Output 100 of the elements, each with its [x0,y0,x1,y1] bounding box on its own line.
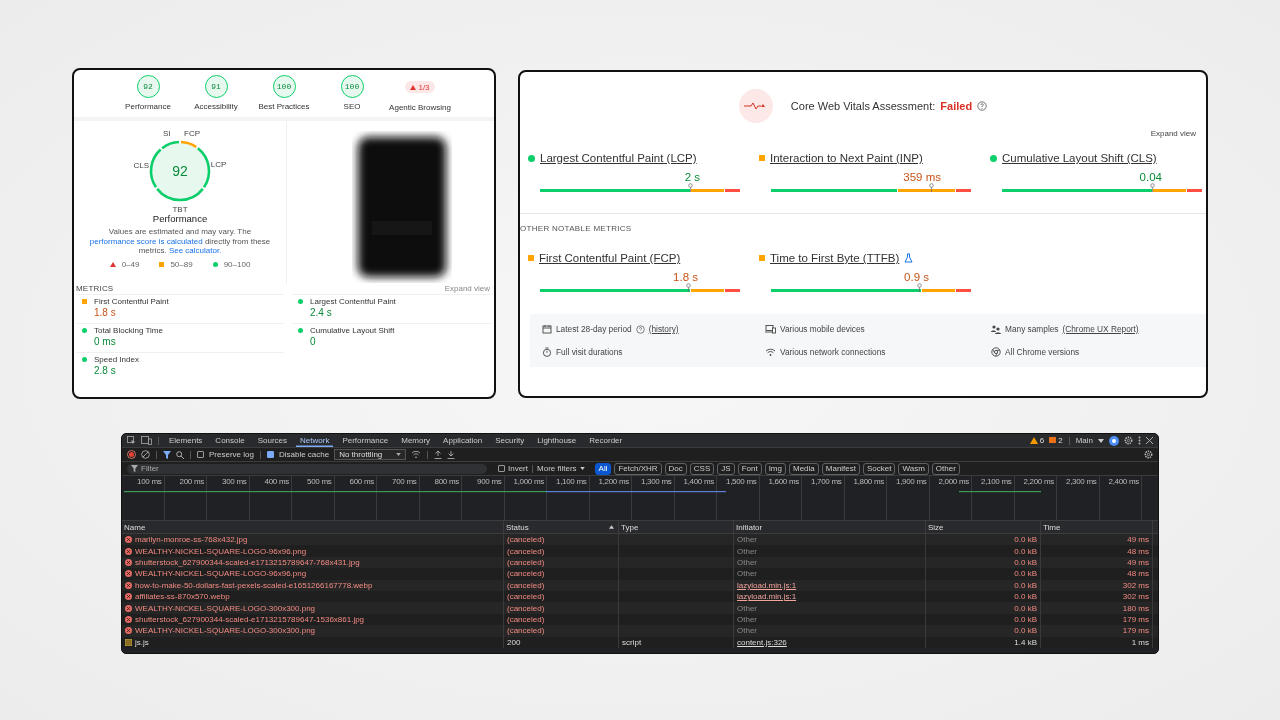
panel-tab[interactable]: Recorder [585,434,627,447]
initiator-link[interactable]: lazyload.min.js:1 [737,592,797,602]
request-name[interactable]: shutterstock_627900344-scaled-e1713215789647-1536x861.jpg [135,614,365,624]
metric-label[interactable]: First Contentful Paint (FCP) [539,252,681,264]
target-selector[interactable]: Main [1075,436,1093,445]
type-filter-chip[interactable]: Manifest [821,462,860,475]
caret-icon[interactable] [1098,438,1104,443]
request-name[interactable]: WEALTHY-NICKEL-SQUARE-LOGO-300x300.png [135,626,316,636]
checkbox-label[interactable]: Preserve log [209,450,254,459]
caret-icon[interactable] [396,453,402,456]
warning-count[interactable]: 6 [1039,436,1045,445]
download-icon[interactable] [447,450,456,459]
request-name[interactable]: js.js [135,637,149,647]
timeline-tick-label: 1,600 ms [768,477,799,486]
metric-abbreviation: TBT [171,205,189,215]
metric-label[interactable]: Interaction to Next Paint (INP) [770,152,923,164]
filter-field[interactable]: Filter [127,463,487,474]
warning-icon[interactable] [1029,437,1038,444]
expand-view-link[interactable]: Expand view [444,284,490,293]
assistant-icon[interactable] [1109,435,1119,446]
request-name[interactable]: WEALTHY-NICKEL-SQUARE-LOGO-96x96.png [135,546,307,556]
type-filter-chip[interactable]: Fetch/XHR [614,462,662,475]
inspect-icon[interactable] [127,436,136,445]
initiator-link[interactable]: lazyload.min.js:1 [737,580,797,590]
table-cell: (canceled) [507,592,545,602]
table-cell: 1.4 kB [1014,637,1037,647]
help-icon[interactable] [977,101,988,111]
column-header[interactable]: Status [506,522,529,532]
type-filter-chip[interactable]: JS [717,462,735,475]
checkbox-label[interactable]: Invert [508,464,528,473]
checkbox[interactable] [498,465,505,472]
panel-tab[interactable]: Console [211,434,249,447]
request-name[interactable]: shutterstock_627900344-scaled-e1713215789647-768x431.jpg [135,557,360,567]
checkbox[interactable] [197,451,204,458]
checkbox-label[interactable]: Disable cache [278,450,330,459]
panel-tab[interactable]: Elements [165,434,207,447]
panel-tab[interactable]: Security [491,434,529,447]
search-icon[interactable] [176,450,184,459]
column-header[interactable]: Time [1043,522,1061,532]
request-name[interactable]: WEALTHY-NICKEL-SQUARE-LOGO-300x300.png [135,603,316,613]
metric-label[interactable]: Time to First Byte (TTFB) [770,252,900,264]
type-filter-chip[interactable]: Doc [664,462,687,475]
panel-tab[interactable]: Network [296,434,334,447]
column-header[interactable]: Initiator [736,522,763,532]
metric-label[interactable]: Largest Contentful Paint (LCP) [540,152,697,164]
column-header[interactable]: Type [621,522,639,532]
message-icon[interactable] [1049,437,1057,444]
category-label[interactable]: Performance [125,102,171,111]
network-conditions-icon[interactable] [411,450,422,459]
panel-tab[interactable]: Application [439,434,487,447]
link[interactable]: See calculator. [168,246,222,255]
link[interactable]: (history) [648,324,679,334]
request-name[interactable]: how-to-make-50-dollars-fast-pexels-scaled-e1651266167778.webp [135,580,373,590]
request-name[interactable]: WEALTHY-NICKEL-SQUARE-LOGO-96x96.png [135,569,307,579]
panel-tab[interactable]: Performance [338,434,393,447]
column-header[interactable]: Size [928,522,944,532]
more-filters-dropdown[interactable]: More filters [537,464,577,473]
category-label[interactable]: Best Practices [258,102,310,111]
category-label[interactable]: Accessibility [194,102,238,111]
help-icon[interactable] [635,324,645,334]
more-options-icon[interactable] [1138,436,1141,445]
settings-icon[interactable] [1144,450,1153,459]
calendar-icon [542,324,552,334]
close-icon[interactable] [1146,437,1153,444]
initiator-link[interactable]: content.js:326 [737,637,787,647]
request-name[interactable]: marilyn-monroe-ss-768x432.jpg [135,535,248,545]
type-filter-chip[interactable]: Img [764,462,786,475]
type-filter-chip[interactable]: All [594,462,612,475]
warning-icon [410,84,417,90]
record-icon[interactable] [127,450,136,459]
category-label[interactable]: SEO [343,102,361,111]
sort-arrow-icon[interactable] [609,525,614,529]
type-filter-chip[interactable]: CSS [689,462,715,475]
metric-label[interactable]: Cumulative Layout Shift (CLS) [1002,152,1157,164]
device-icon[interactable] [141,436,152,445]
table-cell: (canceled) [507,603,545,613]
caret-icon[interactable] [579,467,585,470]
type-filter-chip[interactable]: Socket [863,462,896,475]
checkbox[interactable] [266,451,274,458]
link[interactable]: performance score is calculated [89,236,203,246]
category-label[interactable]: Agentic Browsing [389,103,451,112]
message-count[interactable]: 2 [1058,436,1063,445]
panel-tab[interactable]: Lighthouse [533,434,581,447]
timeline-tick-label: 200 ms [179,477,204,486]
column-header[interactable]: Name [124,522,146,532]
upload-icon[interactable] [434,450,443,459]
panel-tab[interactable]: Sources [253,434,292,447]
link[interactable]: (Chrome UX Report) [1062,324,1139,334]
throttling-dropdown[interactable]: No throttling [334,449,407,460]
panel-tab[interactable]: Memory [397,434,435,447]
expand-view-link[interactable]: Expand view [1150,129,1196,138]
request-name[interactable]: affiliates-ss-870x570.webp [135,592,230,602]
settings-icon[interactable] [1124,436,1133,445]
filter-icon[interactable] [163,450,171,459]
clear-icon[interactable] [141,450,150,459]
type-filter-chip[interactable]: Font [737,462,762,475]
type-filter-chip[interactable]: Other [931,462,960,475]
type-filter-chip[interactable]: Media [789,462,819,475]
type-filter-chip[interactable]: Wasm [898,462,929,475]
table-cell: (canceled) [507,580,545,590]
